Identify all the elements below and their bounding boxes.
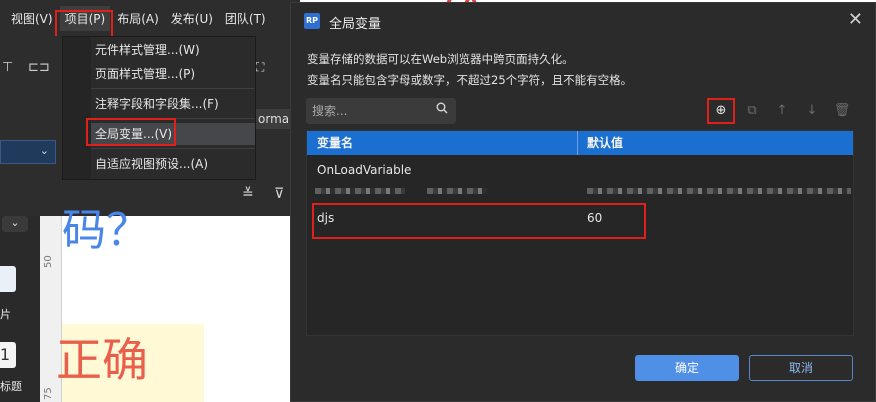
heading-widget-glyph: 1	[0, 345, 11, 364]
frame-tool-icon[interactable]: ⊏⊐	[28, 60, 50, 75]
dialog-description-2: 变量名只能包含字母或数字，不超过25个字符，且不能有空格。	[307, 73, 633, 87]
dialog-description-1: 变量存储的数据可以在Web浏览器中跨页面持久化。	[307, 52, 574, 66]
image-widget-icon[interactable]	[0, 266, 16, 292]
menu-separator	[91, 88, 255, 89]
menu-team[interactable]: 团队(T)	[220, 6, 271, 31]
collapse-icon[interactable]: ≚	[242, 186, 254, 202]
delete-icon[interactable]: 🗑	[833, 102, 851, 120]
duplicate-icon[interactable]: ⧉	[743, 102, 761, 120]
search-icon[interactable]	[436, 102, 448, 114]
variable-name-cell[interactable]: djs	[317, 205, 334, 231]
column-divider	[577, 131, 578, 155]
heading-widget-icon[interactable]: 1	[0, 342, 16, 368]
variable-value-cell[interactable]: 60	[587, 205, 602, 231]
widget-label-image: 片	[0, 308, 11, 321]
canvas-correct-text: 正确	[56, 333, 148, 387]
menu-publish[interactable]: 发布(U)	[166, 6, 218, 31]
menu-item-widget-styles[interactable]: 元件样式管理...(W)	[91, 39, 255, 61]
ruler-tick: 75	[43, 387, 54, 400]
global-variables-dialog: RP 全局变量 ✕ 变量存储的数据可以在Web浏览器中跨页面持久化。 变量名只能…	[290, 2, 876, 402]
menu-item-global-variables[interactable]: 全局变量...(V)	[91, 123, 255, 145]
table-row[interactable]: djs 60	[307, 205, 853, 231]
canvas-question-text: 码？	[62, 205, 150, 256]
text-tool-icon[interactable]: ⊤	[2, 60, 13, 75]
dialog-header: RP 全局变量 ✕	[291, 3, 875, 39]
redacted-block	[587, 188, 851, 194]
menu-view[interactable]: 视图(V)	[6, 6, 58, 31]
close-icon[interactable]: ✕	[848, 11, 863, 29]
project-menu: 元件样式管理...(W) 页面样式管理...(P) 注释字段和字段集...(F)…	[62, 36, 256, 180]
app-logo-icon: RP	[304, 13, 320, 29]
column-header-default: 默认值	[587, 136, 624, 150]
filter-icon[interactable]: ⊽	[274, 186, 284, 202]
menu-separator	[91, 148, 255, 149]
style-select[interactable]: ⌄	[0, 140, 56, 164]
design-canvas[interactable]: 码？ 正确	[56, 205, 302, 402]
menu-gutter	[63, 37, 91, 179]
search-input[interactable]	[312, 101, 424, 121]
table-row[interactable]: OnLoadVariable	[307, 157, 853, 183]
menu-separator	[91, 118, 255, 119]
widget-label-heading: 标题	[0, 380, 22, 393]
menu-item-page-styles[interactable]: 页面样式管理...(P)	[91, 63, 255, 85]
menu-layout[interactable]: 布局(A)	[112, 6, 164, 31]
variables-table: 变量名 默认值 OnLoadVariable djs 60	[306, 130, 854, 336]
variable-name-cell[interactable]: OnLoadVariable	[317, 157, 411, 183]
add-variable-icon[interactable]: ⊕	[712, 102, 730, 120]
move-down-icon[interactable]: ↓	[803, 102, 821, 120]
menu-item-note-fields[interactable]: 注释字段和字段集...(F)	[91, 93, 255, 115]
ruler-tick: 50	[43, 255, 54, 268]
menu-project[interactable]: 项目(P)	[59, 5, 111, 31]
table-header: 变量名 默认值	[307, 131, 853, 155]
widget-library-panel: ⌄ 片 1 标题	[0, 216, 40, 402]
transform-icon[interactable]: ⛶	[256, 60, 264, 75]
variable-search	[306, 98, 456, 124]
redacted-row	[307, 188, 853, 200]
column-header-name: 变量名	[317, 136, 354, 150]
redacted-block	[427, 188, 487, 194]
redacted-block	[315, 188, 405, 194]
menu-item-adaptive-views[interactable]: 自适应视图预设...(A)	[91, 153, 255, 175]
chevron-down-icon: ⌄	[39, 144, 49, 157]
chevron-down-icon[interactable]: ⌄	[2, 216, 28, 232]
cancel-button[interactable]: 取消	[749, 355, 853, 381]
menubar: 视图(V) 项目(P) 布局(A) 发布(U) 团队(T)	[0, 0, 300, 36]
ok-button[interactable]: 确定	[635, 355, 739, 381]
toolbar: ⊤ ⊏⊐ ⌄	[0, 36, 62, 216]
move-up-icon[interactable]: ↑	[773, 102, 791, 120]
dialog-title: 全局变量	[329, 17, 382, 32]
